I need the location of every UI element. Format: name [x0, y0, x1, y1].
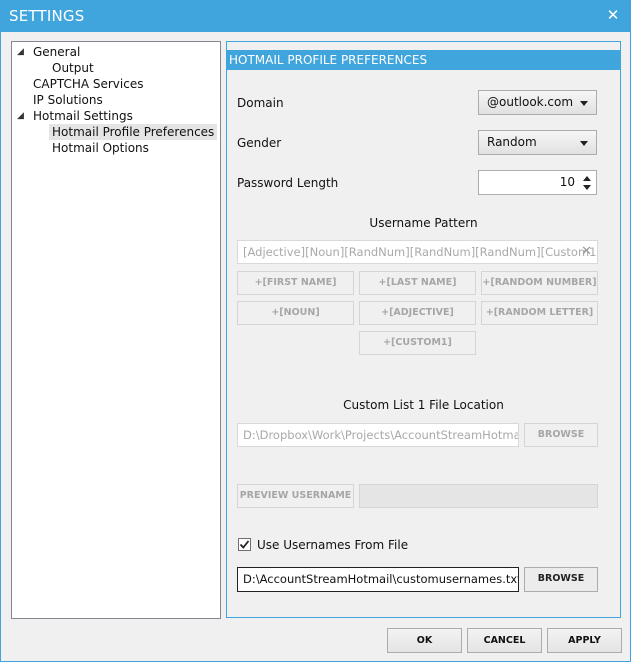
title-bar: SETTINGS ✕ [1, 1, 630, 32]
ok-button[interactable]: OK [387, 628, 462, 653]
hotmail-profile-panel: HOTMAIL PROFILE PREFERENCES Domain @outl… [226, 41, 621, 618]
close-icon[interactable]: ✕ [604, 6, 622, 24]
browse-custom-list-button[interactable]: BROWSE [524, 423, 598, 447]
username-pattern-value: [Adjective][Noun][RandNum][RandNum][Rand… [243, 245, 598, 259]
add-random-number-button[interactable]: +[RANDOM NUMBER] [481, 271, 598, 295]
preview-username-button[interactable]: PREVIEW USERNAME [237, 484, 354, 508]
settings-window: SETTINGS ✕ ◢ General Output CAPTCHA Serv… [0, 0, 631, 662]
tree-item-captcha-services[interactable]: CAPTCHA Services [33, 76, 143, 92]
add-adjective-button[interactable]: +[ADJECTIVE] [359, 301, 476, 325]
password-length-stepper[interactable]: 10 [478, 170, 597, 195]
browse-usernames-file-button[interactable]: BROWSE [524, 567, 598, 592]
preview-username-field [359, 484, 598, 508]
panel-header: HOTMAIL PROFILE PREFERENCES [227, 50, 620, 70]
tree-item-hotmail-profile-preferences[interactable]: Hotmail Profile Preferences [49, 124, 218, 140]
cancel-button[interactable]: CANCEL [467, 628, 542, 653]
window-title: SETTINGS [9, 7, 85, 25]
add-random-letter-button[interactable]: +[RANDOM LETTER] [481, 301, 598, 325]
usernames-file-path-input[interactable]: D:\AccountStreamHotmail\customusernames.… [237, 567, 519, 592]
add-custom1-button[interactable]: +[CUSTOM1] [359, 331, 476, 355]
chevron-down-icon [580, 101, 588, 106]
chevron-down-icon [580, 141, 588, 146]
username-pattern-label: Username Pattern [369, 216, 478, 230]
add-first-name-button[interactable]: +[FIRST NAME] [237, 271, 354, 295]
username-pattern-input[interactable]: [Adjective][Noun][RandNum][RandNum][Rand… [237, 240, 598, 264]
gender-value: Random [487, 135, 537, 149]
domain-label: Domain [237, 96, 284, 110]
tree-item-hotmail-options[interactable]: Hotmail Options [52, 140, 149, 156]
spin-up-icon[interactable] [583, 176, 591, 181]
gender-dropdown[interactable]: Random [478, 130, 597, 155]
tree-item-ip-solutions[interactable]: IP Solutions [33, 92, 103, 108]
custom-list-path-input[interactable]: D:\Dropbox\Work\Projects\AccountStreamHo… [237, 423, 519, 447]
tree-item-hotmail-settings[interactable]: Hotmail Settings [33, 108, 133, 124]
domain-dropdown[interactable]: @outlook.com [478, 90, 597, 115]
expanded-arrow-icon[interactable]: ◢ [17, 44, 27, 60]
spin-down-icon[interactable] [583, 185, 591, 190]
checkmark-icon [239, 540, 250, 549]
password-length-label: Password Length [237, 176, 339, 190]
clear-icon[interactable]: ✕ [581, 241, 592, 263]
password-length-value: 10 [559, 175, 575, 189]
custom-list-label: Custom List 1 File Location [343, 398, 504, 412]
tree-item-general[interactable]: General [33, 44, 80, 60]
gender-label: Gender [237, 136, 282, 150]
settings-tree: ◢ General Output CAPTCHA Services IP Sol… [11, 41, 221, 619]
tree-item-output[interactable]: Output [52, 60, 94, 76]
use-usernames-from-file-label: Use Usernames From File [257, 538, 409, 552]
apply-button[interactable]: APPLY [547, 628, 622, 653]
add-noun-button[interactable]: +[NOUN] [237, 301, 354, 325]
expanded-arrow-icon[interactable]: ◢ [17, 108, 27, 124]
domain-value: @outlook.com [487, 95, 574, 109]
use-usernames-from-file-checkbox[interactable] [238, 538, 251, 551]
add-last-name-button[interactable]: +[LAST NAME] [359, 271, 476, 295]
